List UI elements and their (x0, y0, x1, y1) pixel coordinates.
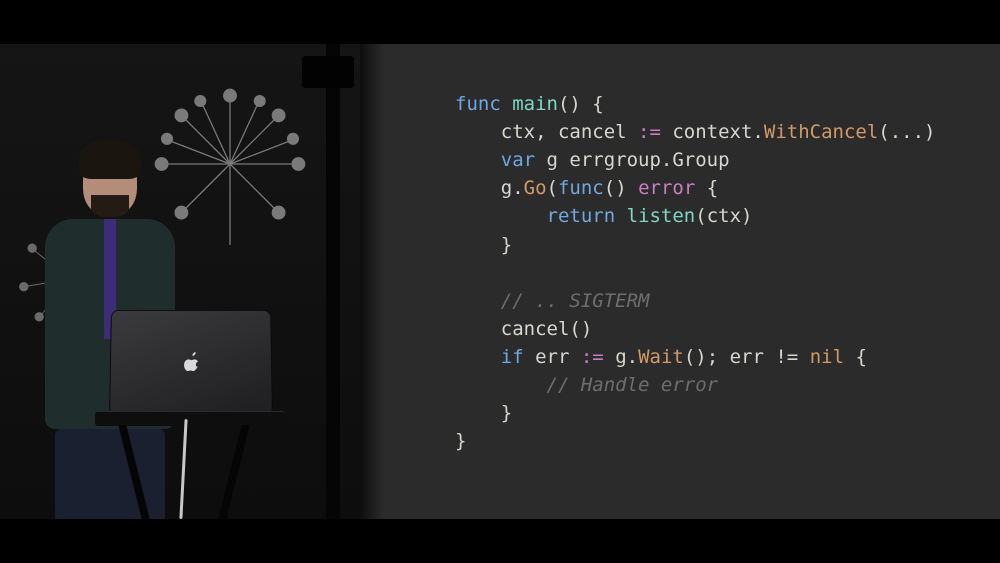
slide-edge-shadow (360, 44, 384, 519)
laptop-stand (90, 279, 280, 519)
video-frame: func main() { ctx, cancel := context.Wit… (0, 44, 1000, 519)
cable (179, 419, 187, 519)
code-block: func main() { ctx, cancel := context.Wit… (455, 90, 935, 455)
code-slide: func main() { ctx, cancel := context.Wit… (360, 44, 1000, 519)
lighting-rig-clamp (302, 56, 354, 88)
presenter-camera-panel (0, 44, 360, 519)
laptop (109, 310, 273, 416)
lighting-rig-pole (326, 44, 340, 519)
apple-logo-icon (183, 352, 201, 372)
